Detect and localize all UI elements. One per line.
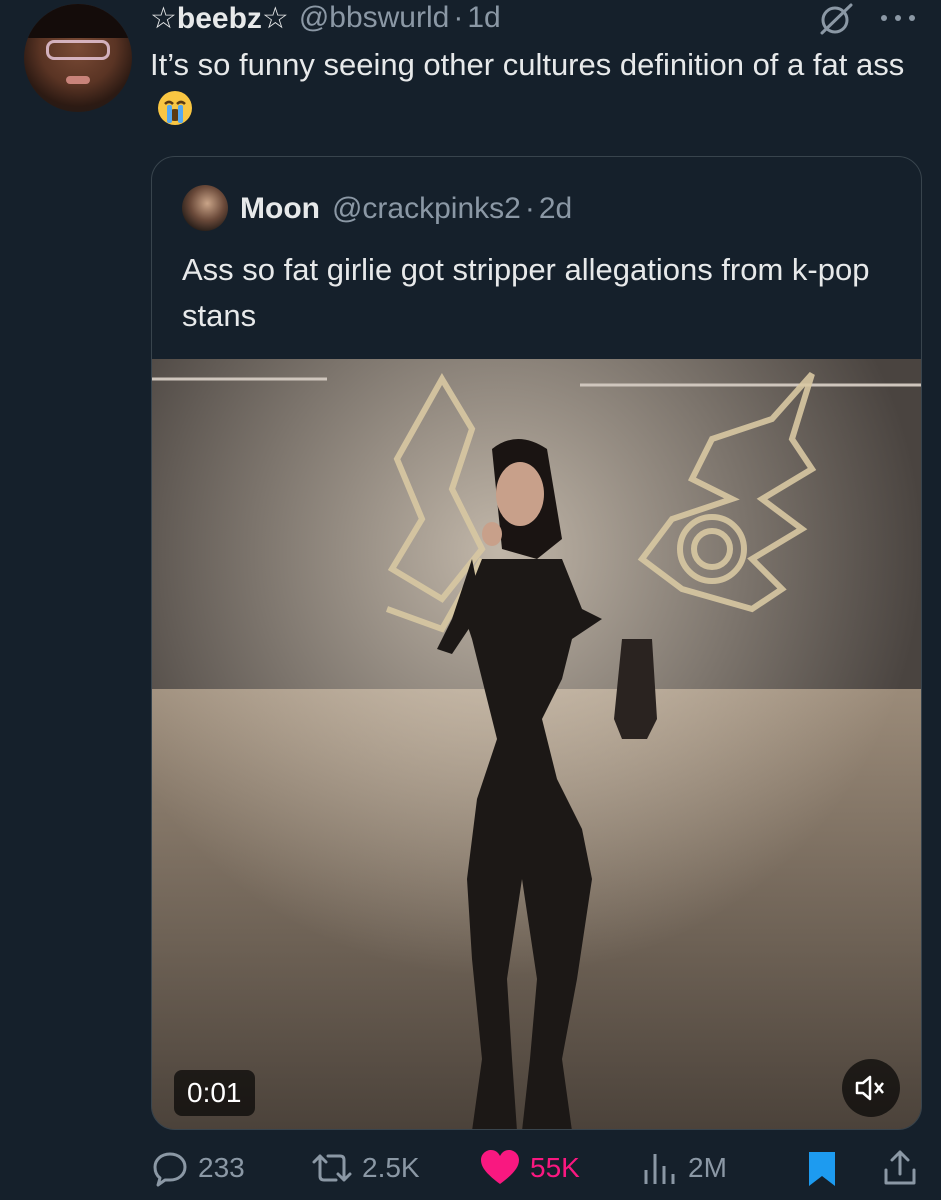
video-player[interactable]: 0:01 [152,359,921,1129]
quoted-header: Moon @crackpinks2 · 2d [240,187,572,231]
mute-button[interactable] [842,1059,900,1117]
share-icon [884,1150,916,1185]
avatar-hair [24,4,132,38]
bookmark-button[interactable] [805,1140,847,1196]
crying-face-emoji-icon [158,91,192,125]
quoted-text: Ass so fat girlie got stripper allegatio… [182,252,870,333]
mute-icon [855,1075,884,1101]
tweet-header: ☆beebz☆ @bbswurld · 1d [150,0,501,36]
video-timestamp: 0:01 [174,1070,255,1116]
quoted-separator: · [524,192,535,225]
quoted-handle[interactable]: @crackpinks2 [332,192,521,226]
timestamp-link[interactable]: 1d [467,1,500,35]
bookmark-icon [809,1152,835,1186]
avatar[interactable] [24,4,132,112]
views-count: 2M [688,1152,727,1183]
quoted-time[interactable]: 2d [539,192,572,226]
views-button[interactable]: 2M [640,1140,727,1196]
reply-button[interactable]: 233 [150,1140,245,1196]
heart-icon [481,1150,519,1184]
tweet[interactable]: ☆beebz☆ @bbswurld · 1d It’s so funny see… [0,0,941,1200]
grok-icon[interactable] [818,2,854,36]
share-button[interactable] [880,1140,928,1196]
retweet-icon [312,1154,352,1182]
video-frame [152,359,921,1129]
display-name[interactable]: ☆beebz☆ [150,1,289,36]
quoted-tweet[interactable]: Moon @crackpinks2 · 2d Ass so fat girlie… [151,156,922,1130]
avatar-glasses [46,40,110,60]
reply-icon [153,1152,187,1187]
like-button[interactable]: 55K [478,1140,580,1196]
retweet-count: 2.5K [362,1152,420,1183]
views-icon [644,1154,675,1184]
reply-count: 233 [198,1152,245,1183]
tweet-text-content: It’s so funny seeing other cultures defi… [150,47,905,82]
handle[interactable]: @bbswurld [299,1,450,35]
tweet-text: It’s so funny seeing other cultures defi… [150,42,930,134]
quoted-display-name[interactable]: Moon [240,192,320,226]
action-bar: 233 2.5K 55K 2M [150,1140,930,1196]
avatar-mouth [66,76,90,84]
retweet-button[interactable]: 2.5K [310,1140,420,1196]
quoted-avatar[interactable] [182,185,228,231]
separator: · [453,1,464,34]
more-icon[interactable] [876,4,920,32]
like-count: 55K [530,1152,580,1183]
